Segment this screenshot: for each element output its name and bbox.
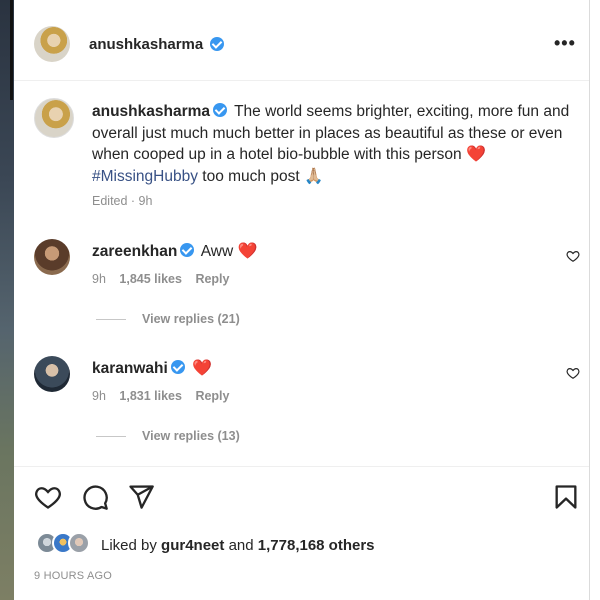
liked-by-and: and: [228, 537, 254, 554]
comment-text: Aww: [200, 243, 234, 260]
comment-avatar[interactable]: [34, 239, 70, 275]
like-comment-icon[interactable]: [566, 249, 580, 263]
verified-icon: [170, 360, 185, 374]
comment-likes[interactable]: 1,845 likes: [119, 272, 182, 286]
liked-by-user[interactable]: gur4neet: [161, 537, 224, 554]
caption-body-end: too much post 🙏🏼: [202, 167, 324, 185]
author-avatar[interactable]: [34, 26, 70, 62]
comment-time: 9h: [92, 389, 106, 403]
comment-time: 9h: [92, 272, 106, 286]
caption-avatar[interactable]: [34, 98, 74, 138]
actions-divider: [14, 466, 590, 467]
comment-likes[interactable]: 1,831 likes: [119, 389, 182, 403]
liked-by-text: Liked by gur4neet and 1,778,168 others: [101, 537, 375, 554]
post-timestamp: 9 HOURS AGO: [34, 570, 112, 582]
right-border: [589, 0, 590, 600]
reply-button[interactable]: Reply: [195, 389, 229, 403]
view-replies-button[interactable]: View replies (13): [96, 429, 240, 443]
avatar: [68, 532, 90, 554]
likers-avatars[interactable]: [36, 532, 102, 556]
caption-username[interactable]: anushkasharma: [92, 103, 210, 120]
like-comment-icon[interactable]: [566, 366, 580, 380]
post-panel: anushkasharma ••• anushkasharma The worl…: [14, 0, 590, 600]
heart-icon[interactable]: [34, 483, 62, 511]
comment-avatar[interactable]: [34, 356, 70, 392]
verified-icon: [213, 103, 228, 117]
comment-line: karanwahi ❤️: [92, 358, 212, 378]
view-replies-label: View replies (21): [142, 312, 240, 326]
heart-emoji: ❤️: [192, 360, 213, 377]
hashtag-link[interactable]: #MissingHubby: [92, 168, 198, 185]
comment-meta: 9h 1,845 likes Reply: [92, 272, 229, 286]
caption-meta: Edited · 9h: [92, 194, 153, 208]
heart-emoji: ❤️: [465, 146, 486, 163]
strip-edge: [10, 0, 13, 100]
author-username[interactable]: anushkasharma: [89, 36, 203, 53]
comment-line: zareenkhan Aww ❤️: [92, 241, 257, 261]
more-icon[interactable]: •••: [554, 33, 576, 54]
verified-icon: [210, 37, 224, 51]
reply-button[interactable]: Reply: [195, 272, 229, 286]
share-icon[interactable]: [127, 483, 155, 511]
post-header: anushkasharma •••: [14, 0, 590, 81]
comment-username[interactable]: zareenkhan: [92, 243, 177, 260]
view-replies-label: View replies (13): [142, 429, 240, 443]
view-replies-button[interactable]: View replies (21): [96, 312, 240, 326]
save-icon[interactable]: [552, 483, 580, 511]
caption-text: anushkasharma The world seems brighter, …: [92, 101, 582, 187]
replies-divider: [96, 436, 126, 438]
liked-by-others[interactable]: 1,778,168 others: [258, 537, 375, 554]
background-photo-strip: [0, 0, 14, 600]
comment-icon[interactable]: [81, 483, 109, 511]
comment-username[interactable]: karanwahi: [92, 360, 168, 377]
verified-icon: [180, 243, 195, 257]
comment-meta: 9h 1,831 likes Reply: [92, 389, 229, 403]
liked-by-prefix: Liked by: [101, 537, 157, 554]
replies-divider: [96, 319, 126, 321]
heart-emoji: ❤️: [237, 243, 258, 260]
